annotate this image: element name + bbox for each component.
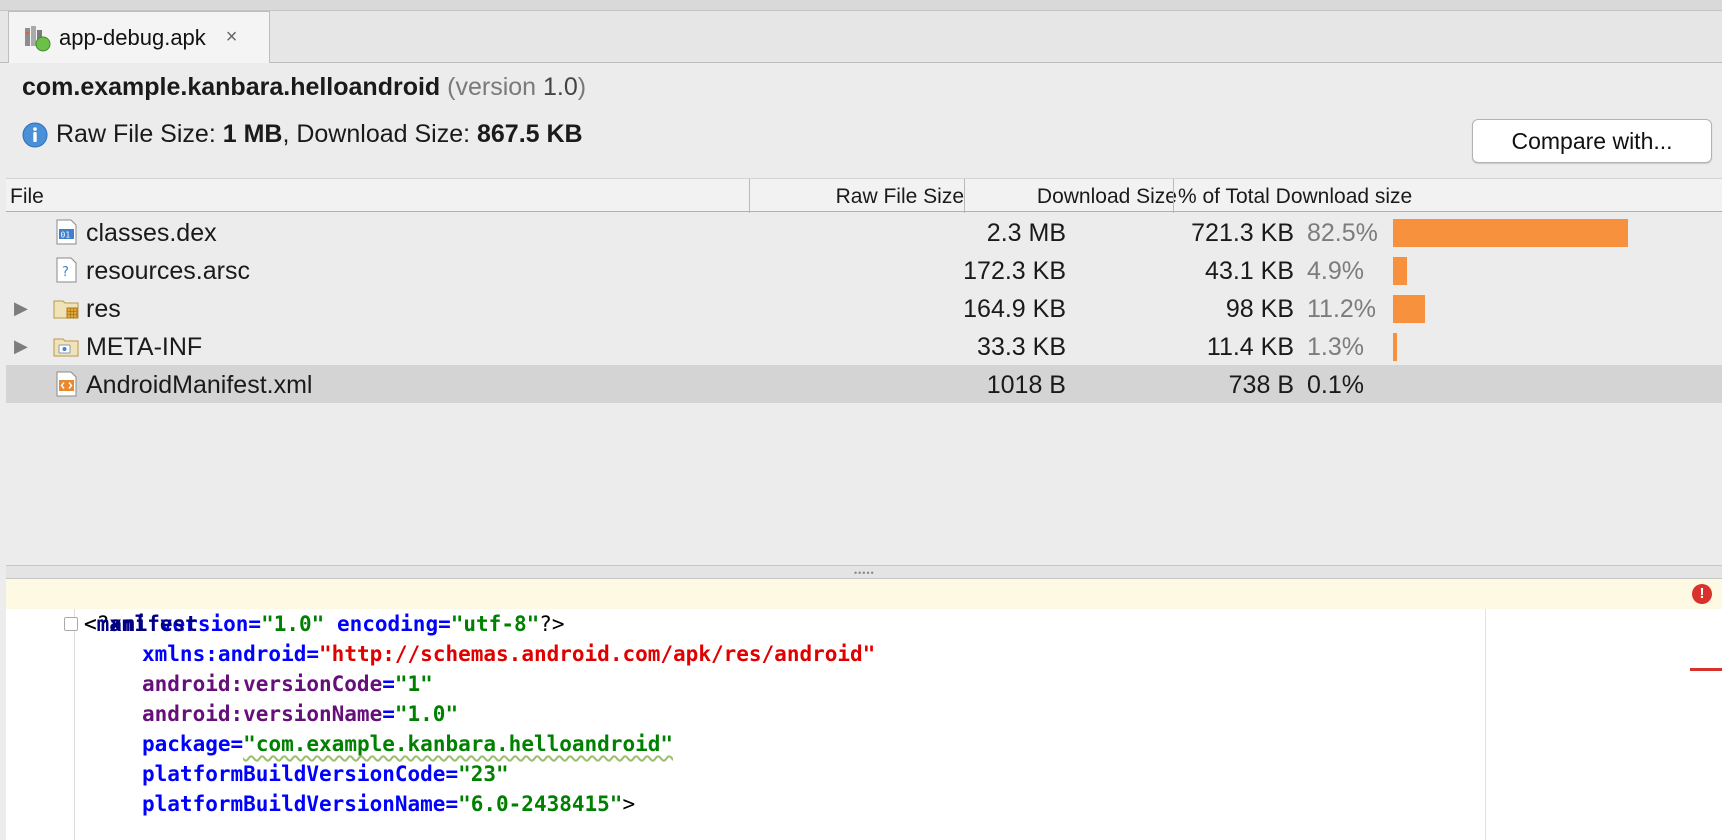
table-row-selected[interactable]: AndroidManifest.xml 1018 B 738 B 0.1% [6,365,1722,403]
apk-summary-header: com.example.kanbara.helloandroid (versio… [0,63,1722,178]
raw-file-size: 1018 B [986,371,1066,399]
code-line[interactable]: <?xml version="1.0" encoding="utf-8"?> [6,579,1722,636]
download-size: 721.3 KB [1191,219,1294,247]
raw-size-value: 1 MB [222,120,283,148]
table-row[interactable]: ▶ res 164.9 KB 98 KB 11.2% [6,289,1722,327]
expand-triangle-icon[interactable]: ▶ [14,298,28,319]
percent-total: 0.1% [1307,371,1364,399]
table-header: File Raw File Size Download Size % of To… [6,178,1722,213]
column-percent-total[interactable]: % of Total Download size [1178,185,1412,209]
column-download-size[interactable]: Download Size [1037,185,1177,209]
file-name: res [86,295,121,323]
code-line[interactable]: xmlns:android="http://schemas.android.co… [142,639,875,669]
apk-file-icon [25,25,51,51]
file-name: META-INF [86,333,203,361]
splitter-grip-icon[interactable]: ••••• [854,568,875,578]
info-icon [22,122,48,147]
error-stripe-mark[interactable] [1690,668,1722,671]
raw-file-size: 172.3 KB [963,257,1066,285]
xml-editor[interactable]: <?xml version="1.0" encoding="utf-8"?> <… [6,579,1722,840]
column-resizer[interactable] [1173,179,1174,213]
table-row[interactable]: 01 classes.dex 2.3 MB 721.3 KB 82.5% [6,213,1722,251]
raw-file-size: 164.9 KB [963,295,1066,323]
error-indicator-icon[interactable]: ! [1692,584,1712,604]
download-size: 738 B [1228,371,1294,399]
percent-total: 82.5% [1307,219,1378,247]
expand-triangle-icon[interactable]: ▶ [14,336,28,357]
download-size-value: 867.5 KB [477,120,583,148]
version-label: (version 1.0) [447,73,587,101]
size-bar [1393,295,1425,323]
size-summary: Raw File Size: 1 MB, Download Size: 867.… [22,120,583,149]
file-name: AndroidManifest.xml [86,371,313,399]
code-line[interactable]: android:versionCode="1" [142,669,433,699]
code-line[interactable]: platformBuildVersionCode="23" [142,759,509,789]
table-body: 01 classes.dex 2.3 MB 721.3 KB 82.5% ? r… [6,213,1722,403]
percent-total: 1.3% [1307,333,1364,361]
download-size: 11.4 KB [1206,333,1294,361]
right-margin-guide [1485,579,1486,840]
column-raw-file-size[interactable]: Raw File Size [836,185,964,209]
code-line[interactable]: android:versionName="1.0" [142,699,458,729]
percent-total: 11.2% [1307,295,1377,323]
code-line[interactable]: <manifest [84,609,198,639]
splitter-handle[interactable]: ••••• [6,565,1722,579]
svg-text:01: 01 [61,231,71,240]
compare-with-button[interactable]: Compare with... [1472,119,1712,163]
editor-tab-bar: app-debug.apk × [0,11,1722,64]
percent-total: 4.9% [1307,257,1364,285]
xml-file-icon [56,371,77,397]
apk-file-table: File Raw File Size Download Size % of To… [6,178,1722,566]
table-row[interactable]: ▶ META-INF 33.3 KB 11.4 KB 1.3% [6,327,1722,365]
package-name: com.example.kanbara.helloandroid [22,73,441,101]
window-top-strip [0,0,1722,11]
column-file[interactable]: File [10,185,44,209]
folder-icon [53,338,79,357]
download-size: 98 KB [1225,295,1294,323]
size-bar [1393,333,1397,361]
size-bar [1393,219,1629,247]
code-line[interactable]: package="com.example.kanbara.helloandroi… [142,729,673,759]
unknown-file-icon: ? [56,257,77,283]
size-bar [1393,257,1407,285]
resource-folder-icon [53,300,79,319]
code-line[interactable]: platformBuildVersionName="6.0-2438415"> [142,789,635,819]
tab-label: app-debug.apk [59,24,206,50]
file-name: resources.arsc [86,257,250,285]
download-size: 43.1 KB [1205,257,1294,285]
package-line: com.example.kanbara.helloandroid (versio… [22,73,586,102]
column-resizer[interactable] [749,179,750,213]
svg-text:?: ? [62,265,69,280]
close-icon[interactable]: × [226,26,238,49]
raw-file-size: 2.3 MB [986,219,1066,247]
size-summary-text: Raw File Size: 1 MB, Download Size: 867.… [56,120,583,148]
table-row[interactable]: ? resources.arsc 172.3 KB 43.1 KB 4.9% [6,251,1722,289]
dex-file-icon: 01 [56,219,77,245]
fold-toggle-icon[interactable] [64,617,78,631]
raw-file-size: 33.3 KB [977,333,1066,361]
version-number: 1.0 [543,73,578,101]
file-name: classes.dex [86,219,217,247]
column-resizer[interactable] [964,179,965,213]
tab-app-debug-apk[interactable]: app-debug.apk × [8,11,270,64]
